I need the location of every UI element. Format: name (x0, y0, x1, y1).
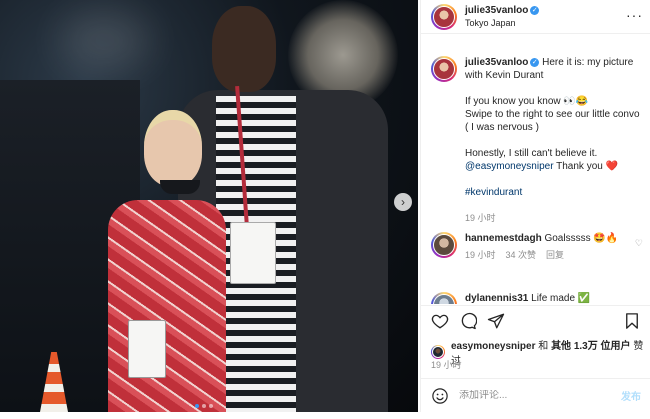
mention-link[interactable]: @easymoneysniper (465, 161, 554, 172)
comment-body: dylanennis31 Life made ✅ (465, 292, 590, 304)
comment-body: hannemestdagh Goalsssss 🤩🔥 19 小时 34 次赞 回… (465, 232, 618, 262)
post-timestamp: 19 小时 (431, 360, 462, 370)
man-head (212, 6, 276, 92)
post-comment-button[interactable]: 发布 (621, 388, 641, 403)
comment-text: Goalsssss 🤩🔥 (544, 233, 619, 244)
comment-like-icon[interactable]: ♡ (635, 238, 643, 249)
accreditation-badge (230, 222, 276, 284)
comment-icon[interactable] (459, 312, 477, 330)
chevron-right-icon: › (401, 195, 405, 209)
verified-icon: ✓ (530, 58, 540, 67)
comment-username[interactable]: dylanennis31 (465, 293, 528, 304)
more-icon[interactable]: ··· (626, 8, 643, 22)
post-photo[interactable]: › (0, 0, 418, 412)
author-username[interactable]: julie35vanloo (465, 5, 528, 16)
comment-item: dylanennis31 Life made ✅ (431, 292, 643, 304)
likes-others-link[interactable]: 其他 1.3万 位用户 (551, 341, 630, 352)
carousel-dot (195, 404, 199, 408)
post-location[interactable]: Tokyo Japan (465, 17, 539, 29)
carousel-dot (202, 404, 206, 408)
carousel-dot (209, 404, 213, 408)
avatar-image (433, 58, 455, 80)
carousel-next-button[interactable]: › (394, 193, 412, 211)
likes-summary: easymoneysniper 和 其他 1.3万 位用户 赞过 (431, 337, 650, 367)
avatar-image (433, 234, 455, 256)
post-header-meta: julie35vanloo ✓ Tokyo Japan (465, 5, 540, 29)
hashtag-link[interactable]: #kevindurant (465, 187, 522, 198)
bookmark-icon[interactable] (623, 312, 641, 330)
avatar[interactable] (431, 56, 457, 82)
reply-button[interactable]: 回复 (546, 249, 564, 262)
woman-head (144, 110, 202, 186)
red-dress (108, 200, 226, 412)
person-woman (100, 110, 230, 412)
comment-text: Life made ✅ (531, 293, 591, 304)
caption-line: Thank you ❤️ (553, 161, 619, 172)
comment-meta: 19 小时 34 次赞 回复 (465, 249, 618, 262)
verified-icon: ✓ (530, 5, 540, 15)
post-header: julie35vanloo ✓ Tokyo Japan ··· (421, 0, 650, 34)
share-icon[interactable] (487, 312, 505, 330)
avatar[interactable] (431, 3, 457, 30)
post-caption: julie35vanloo ✓ Here it is: my picture wi… (431, 56, 643, 225)
comment-input[interactable] (459, 390, 609, 401)
comment-time: 19 小时 (465, 250, 496, 260)
heart-icon[interactable] (431, 312, 449, 330)
comment-bar: 发布 (421, 378, 650, 412)
comment-item: hannemestdagh Goalsssss 🤩🔥 19 小时 34 次赞 回… (431, 232, 643, 262)
caption-line: Honestly, I still can't believe it. (465, 148, 598, 159)
comment-likes[interactable]: 34 次赞 (506, 249, 537, 262)
emoji-icon[interactable] (431, 387, 449, 405)
face-mask (160, 180, 200, 194)
avatar-image (432, 346, 444, 358)
caption-username[interactable]: julie35vanloo (465, 57, 528, 68)
carousel-dots (195, 404, 213, 408)
accreditation-badge (128, 320, 166, 378)
caption-line: Swipe to the right to see our little con… (465, 109, 640, 133)
avatar-image (433, 5, 455, 28)
likes-connector: 和 (535, 341, 552, 352)
background-light (60, 10, 150, 70)
liker-username[interactable]: easymoneysniper (451, 341, 536, 352)
avatar-image (433, 294, 455, 304)
avatar[interactable] (431, 292, 457, 304)
caption-line: If you know you know 👀😂 (465, 96, 589, 107)
post-side-panel: julie35vanloo ✓ Tokyo Japan ··· julie35va… (420, 0, 650, 412)
caption-time: 19 小时 (465, 213, 496, 223)
comment-username[interactable]: hannemestdagh (465, 233, 542, 244)
avatar[interactable] (431, 232, 457, 258)
post-actions (421, 305, 650, 335)
avatar[interactable] (431, 345, 445, 359)
caption-body: julie35vanloo ✓ Here it is: my picture wi… (465, 56, 643, 225)
